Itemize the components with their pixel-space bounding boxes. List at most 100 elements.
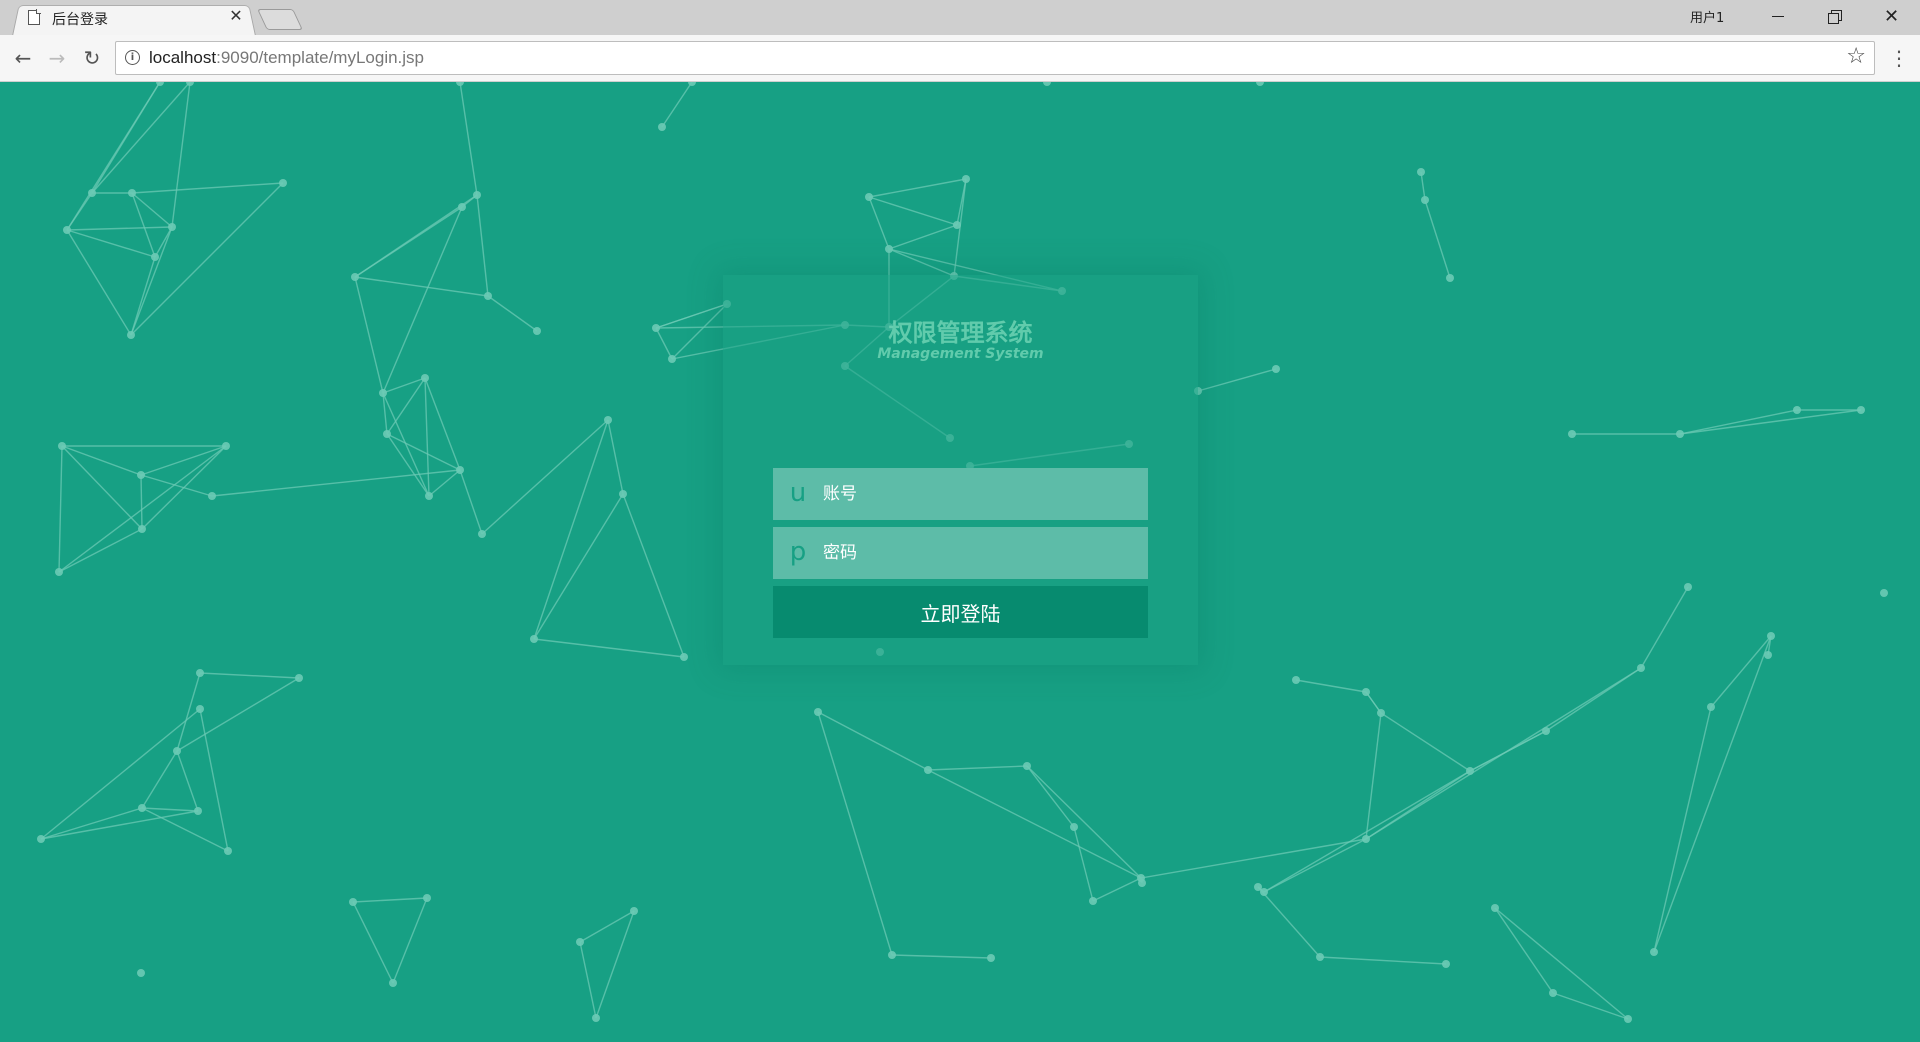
tab-strip: 后台登录 ✕ 用户1 ✕	[0, 0, 1920, 36]
password-input[interactable]	[823, 527, 1138, 579]
restore-button[interactable]	[1806, 0, 1862, 33]
network-link	[386, 433, 430, 497]
network-link	[661, 82, 693, 128]
network-link	[1365, 667, 1642, 840]
network-node	[196, 705, 204, 713]
username-input[interactable]	[823, 468, 1138, 520]
url-host: localhost	[149, 48, 217, 67]
network-link	[66, 226, 173, 231]
network-link	[1140, 838, 1367, 879]
network-node	[1542, 727, 1550, 735]
network-node	[456, 82, 464, 86]
tab-close-icon[interactable]: ✕	[227, 7, 245, 25]
network-link	[140, 474, 143, 530]
network-node	[1793, 406, 1801, 414]
network-link	[1319, 956, 1447, 965]
close-window-button[interactable]: ✕	[1862, 0, 1918, 33]
network-link	[424, 377, 461, 471]
network-node	[128, 189, 136, 197]
network-node	[987, 954, 995, 962]
network-link	[140, 445, 227, 476]
network-node	[478, 530, 486, 538]
network-node	[1767, 632, 1775, 640]
network-link	[66, 229, 132, 336]
address-bar[interactable]: i localhost:9090/template/myLogin.jsp ☆	[115, 41, 1875, 75]
user-icon: u	[789, 478, 807, 508]
star-icon[interactable]: ☆	[1846, 44, 1866, 70]
url-text[interactable]: localhost:9090/template/myLogin.jsp	[149, 48, 424, 68]
network-link	[1092, 877, 1142, 902]
username-field[interactable]: u	[773, 468, 1148, 520]
minimize-icon	[1772, 16, 1784, 17]
network-node	[1707, 703, 1715, 711]
network-link	[622, 493, 685, 658]
network-link	[1263, 838, 1367, 893]
network-node	[383, 430, 391, 438]
network-node	[1292, 676, 1300, 684]
network-node	[279, 179, 287, 187]
login-card: 权限管理系统 Management System u p 立即登陆	[723, 275, 1198, 665]
network-link	[141, 807, 199, 812]
network-node	[458, 203, 466, 211]
network-link	[382, 377, 426, 394]
network-link	[352, 901, 394, 984]
network-link	[891, 954, 992, 959]
network-link	[58, 445, 227, 573]
network-link	[91, 82, 191, 194]
new-tab-button[interactable]	[257, 9, 303, 30]
network-link	[428, 469, 461, 497]
network-link	[1494, 907, 1554, 994]
network-node	[576, 938, 584, 946]
network-node	[962, 175, 970, 183]
network-link	[382, 206, 463, 394]
network-link	[1197, 368, 1277, 392]
profile-name[interactable]: 用户1	[1690, 7, 1724, 26]
network-node	[389, 979, 397, 987]
network-node	[63, 226, 71, 234]
network-link	[141, 750, 178, 809]
login-button[interactable]: 立即登陆	[773, 586, 1148, 638]
forward-arrow-icon[interactable]: →	[44, 45, 70, 71]
network-link	[927, 769, 1142, 879]
network-node	[592, 1014, 600, 1022]
network-link	[1073, 826, 1094, 902]
network-node	[1089, 897, 1097, 905]
network-node	[1650, 948, 1658, 956]
network-node	[1043, 82, 1051, 86]
network-link	[607, 419, 624, 495]
network-link	[459, 82, 478, 196]
network-node	[137, 969, 145, 977]
network-node	[484, 292, 492, 300]
network-link	[392, 897, 428, 984]
page-icon	[28, 9, 41, 25]
network-node	[1417, 168, 1425, 176]
network-link	[1710, 635, 1772, 708]
kebab-menu-icon[interactable]: ⋮	[1889, 45, 1909, 71]
active-tab-content[interactable]: 后台登录 ✕	[22, 4, 254, 35]
network-node	[1549, 989, 1557, 997]
network-node	[168, 223, 176, 231]
network-node	[1568, 430, 1576, 438]
network-link	[1420, 171, 1426, 201]
back-arrow-icon[interactable]: ←	[10, 45, 36, 71]
url-path: :9090/template/myLogin.jsp	[216, 48, 425, 67]
login-title: 权限管理系统	[888, 319, 1033, 347]
network-node	[1421, 196, 1429, 204]
restore-icon-front	[1828, 13, 1839, 24]
browser-window: 后台登录 ✕ 用户1 ✕ ← → ↻ i localhost:9090/temp…	[0, 0, 1920, 1042]
network-link	[199, 672, 300, 679]
page-viewport: 权限管理系统 Management System u p 立即登陆	[0, 82, 1920, 1042]
info-icon[interactable]: i	[125, 50, 140, 65]
network-link	[61, 445, 143, 530]
network-node	[533, 327, 541, 335]
network-node	[1272, 365, 1280, 373]
reload-icon[interactable]: ↻	[79, 45, 105, 71]
network-node	[814, 708, 822, 716]
password-field[interactable]: p	[773, 527, 1148, 579]
minimize-button[interactable]	[1750, 0, 1806, 33]
network-node	[295, 674, 303, 682]
network-link	[927, 765, 1028, 771]
network-node	[1857, 406, 1865, 414]
network-link	[1257, 886, 1321, 958]
network-link	[352, 897, 428, 903]
